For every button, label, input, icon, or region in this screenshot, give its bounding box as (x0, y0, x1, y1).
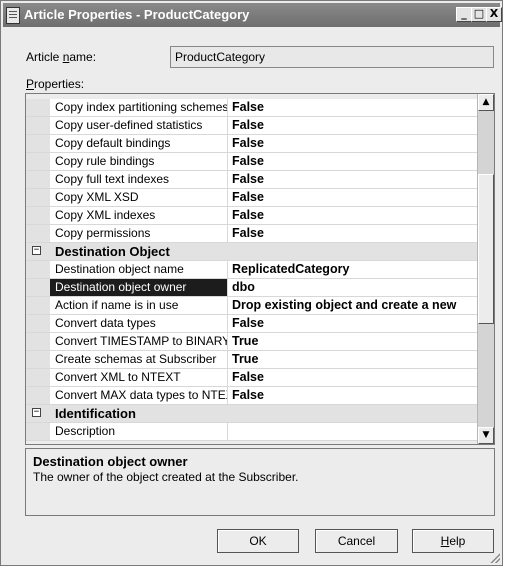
row-margin (26, 297, 50, 314)
property-value[interactable]: True (228, 333, 478, 350)
property-value[interactable]: False (228, 315, 478, 332)
minimize-button[interactable]: _ (456, 7, 472, 22)
row-margin (26, 315, 50, 332)
property-name: Destination object owner (50, 279, 228, 296)
property-value[interactable]: False (228, 99, 478, 116)
property-name: Copy permissions (50, 225, 228, 242)
row-margin (26, 117, 50, 134)
property-name: Convert MAX data types to NTEXT (50, 387, 228, 404)
description-title: Destination object owner (33, 454, 188, 469)
description-panel: Destination object owner The owner of th… (25, 448, 495, 516)
property-value[interactable]: False (228, 207, 478, 224)
collapse-icon[interactable]: − (32, 408, 41, 417)
property-value[interactable]: False (228, 135, 478, 152)
row-margin (26, 387, 50, 404)
property-row[interactable]: Copy rule bindings False (26, 153, 478, 171)
property-value[interactable]: True (228, 351, 478, 368)
article-properties-dialog: Article Properties - ProductCategory _ □… (0, 0, 503, 566)
row-margin (26, 423, 50, 440)
property-value[interactable]: dbo (228, 279, 478, 296)
ok-button[interactable]: OK (217, 529, 299, 553)
scroll-up-arrow-icon[interactable]: ▲ (478, 94, 494, 111)
scroll-thumb[interactable] (478, 174, 494, 324)
article-name-field[interactable]: ProductCategory (170, 46, 494, 68)
article-name-label: Article name: (26, 50, 97, 64)
property-value[interactable] (228, 423, 478, 440)
category-row[interactable]: − Destination Object (26, 243, 478, 261)
property-name: Copy XML XSD (50, 189, 228, 206)
property-value[interactable]: False (228, 171, 478, 188)
maximize-button[interactable]: □ (471, 7, 487, 22)
property-value[interactable]: False (228, 369, 478, 386)
cancel-button[interactable]: Cancel (315, 529, 398, 553)
property-name: Convert data types (50, 315, 228, 332)
row-margin (26, 189, 50, 206)
property-name: Copy default bindings (50, 135, 228, 152)
row-margin (26, 99, 50, 116)
help-button[interactable]: Help (412, 529, 494, 553)
window-title: Article Properties - ProductCategory (24, 7, 250, 22)
property-row[interactable]: Copy default bindings False (26, 135, 478, 153)
property-name: Convert XML to NTEXT (50, 369, 228, 386)
property-name: Copy XML indexes (50, 207, 228, 224)
collapse-icon[interactable]: − (32, 246, 41, 255)
property-name: Destination object name (50, 261, 228, 278)
close-button[interactable]: X (486, 7, 502, 22)
scroll-down-arrow-icon[interactable]: ▼ (478, 427, 494, 444)
row-margin: − (26, 243, 50, 260)
row-margin (26, 225, 50, 242)
property-row-selected[interactable]: Destination object owner dbo (26, 279, 478, 297)
property-name: Convert TIMESTAMP to BINARY (50, 333, 228, 350)
property-name: Copy index partitioning schemes (50, 99, 228, 116)
property-row[interactable]: Create schemas at Subscriber True (26, 351, 478, 369)
category-title: Destination Object (55, 244, 170, 259)
title-bar[interactable]: Article Properties - ProductCategory _ □… (3, 3, 502, 27)
row-margin (26, 207, 50, 224)
row-margin (26, 261, 50, 278)
property-name: Action if name is in use (50, 297, 228, 314)
property-row[interactable]: Convert MAX data types to NTEXT False (26, 387, 478, 405)
category-title: Identification (55, 406, 136, 421)
property-value[interactable]: Drop existing object and create a new (228, 297, 478, 314)
property-name: Copy rule bindings (50, 153, 228, 170)
property-grid-rows: Copy index partitioning schemes False Copy… (26, 99, 478, 441)
property-row[interactable]: Description (26, 423, 478, 441)
row-margin (26, 369, 50, 386)
property-value[interactable]: False (228, 387, 478, 404)
property-row[interactable]: Convert data types False (26, 315, 478, 333)
dialog-app-icon (6, 7, 20, 24)
row-margin (26, 171, 50, 188)
property-row[interactable]: Copy full text indexes False (26, 171, 478, 189)
property-name: Copy user-defined statistics (50, 117, 228, 134)
row-margin (26, 351, 50, 368)
property-row[interactable]: Convert XML to NTEXT False (26, 369, 478, 387)
property-name: Copy full text indexes (50, 171, 228, 188)
row-margin (26, 135, 50, 152)
property-value[interactable]: False (228, 153, 478, 170)
property-value[interactable]: False (228, 189, 478, 206)
description-text: The owner of the object created at the S… (33, 470, 299, 484)
property-row[interactable]: Copy XML indexes False (26, 207, 478, 225)
property-value[interactable]: False (228, 225, 478, 242)
property-row[interactable]: Copy XML XSD False (26, 189, 478, 207)
property-row[interactable]: Copy permissions False (26, 225, 478, 243)
row-margin (26, 279, 50, 296)
category-row[interactable]: − Identification (26, 405, 478, 423)
property-row[interactable]: Copy index partitioning schemes False (26, 99, 478, 117)
property-name: Create schemas at Subscriber (50, 351, 228, 368)
property-row[interactable]: Convert TIMESTAMP to BINARY True (26, 333, 478, 351)
property-name: Description (50, 423, 228, 440)
row-margin (26, 333, 50, 350)
vertical-scrollbar[interactable]: ▲ ▼ (477, 94, 494, 444)
property-row[interactable]: Copy user-defined statistics False (26, 117, 478, 135)
property-row[interactable]: Action if name is in use Drop existing ob… (26, 297, 478, 315)
property-value[interactable]: False (228, 117, 478, 134)
property-value[interactable]: ReplicatedCategory (228, 261, 478, 278)
properties-label: Properties: (26, 77, 85, 91)
resize-grip-icon[interactable] (488, 551, 500, 563)
property-grid[interactable]: Copy index partitioning schemes False Copy… (25, 93, 495, 445)
property-row[interactable]: Destination object name ReplicatedCategor… (26, 261, 478, 279)
row-margin: − (26, 405, 50, 422)
row-margin (26, 153, 50, 170)
